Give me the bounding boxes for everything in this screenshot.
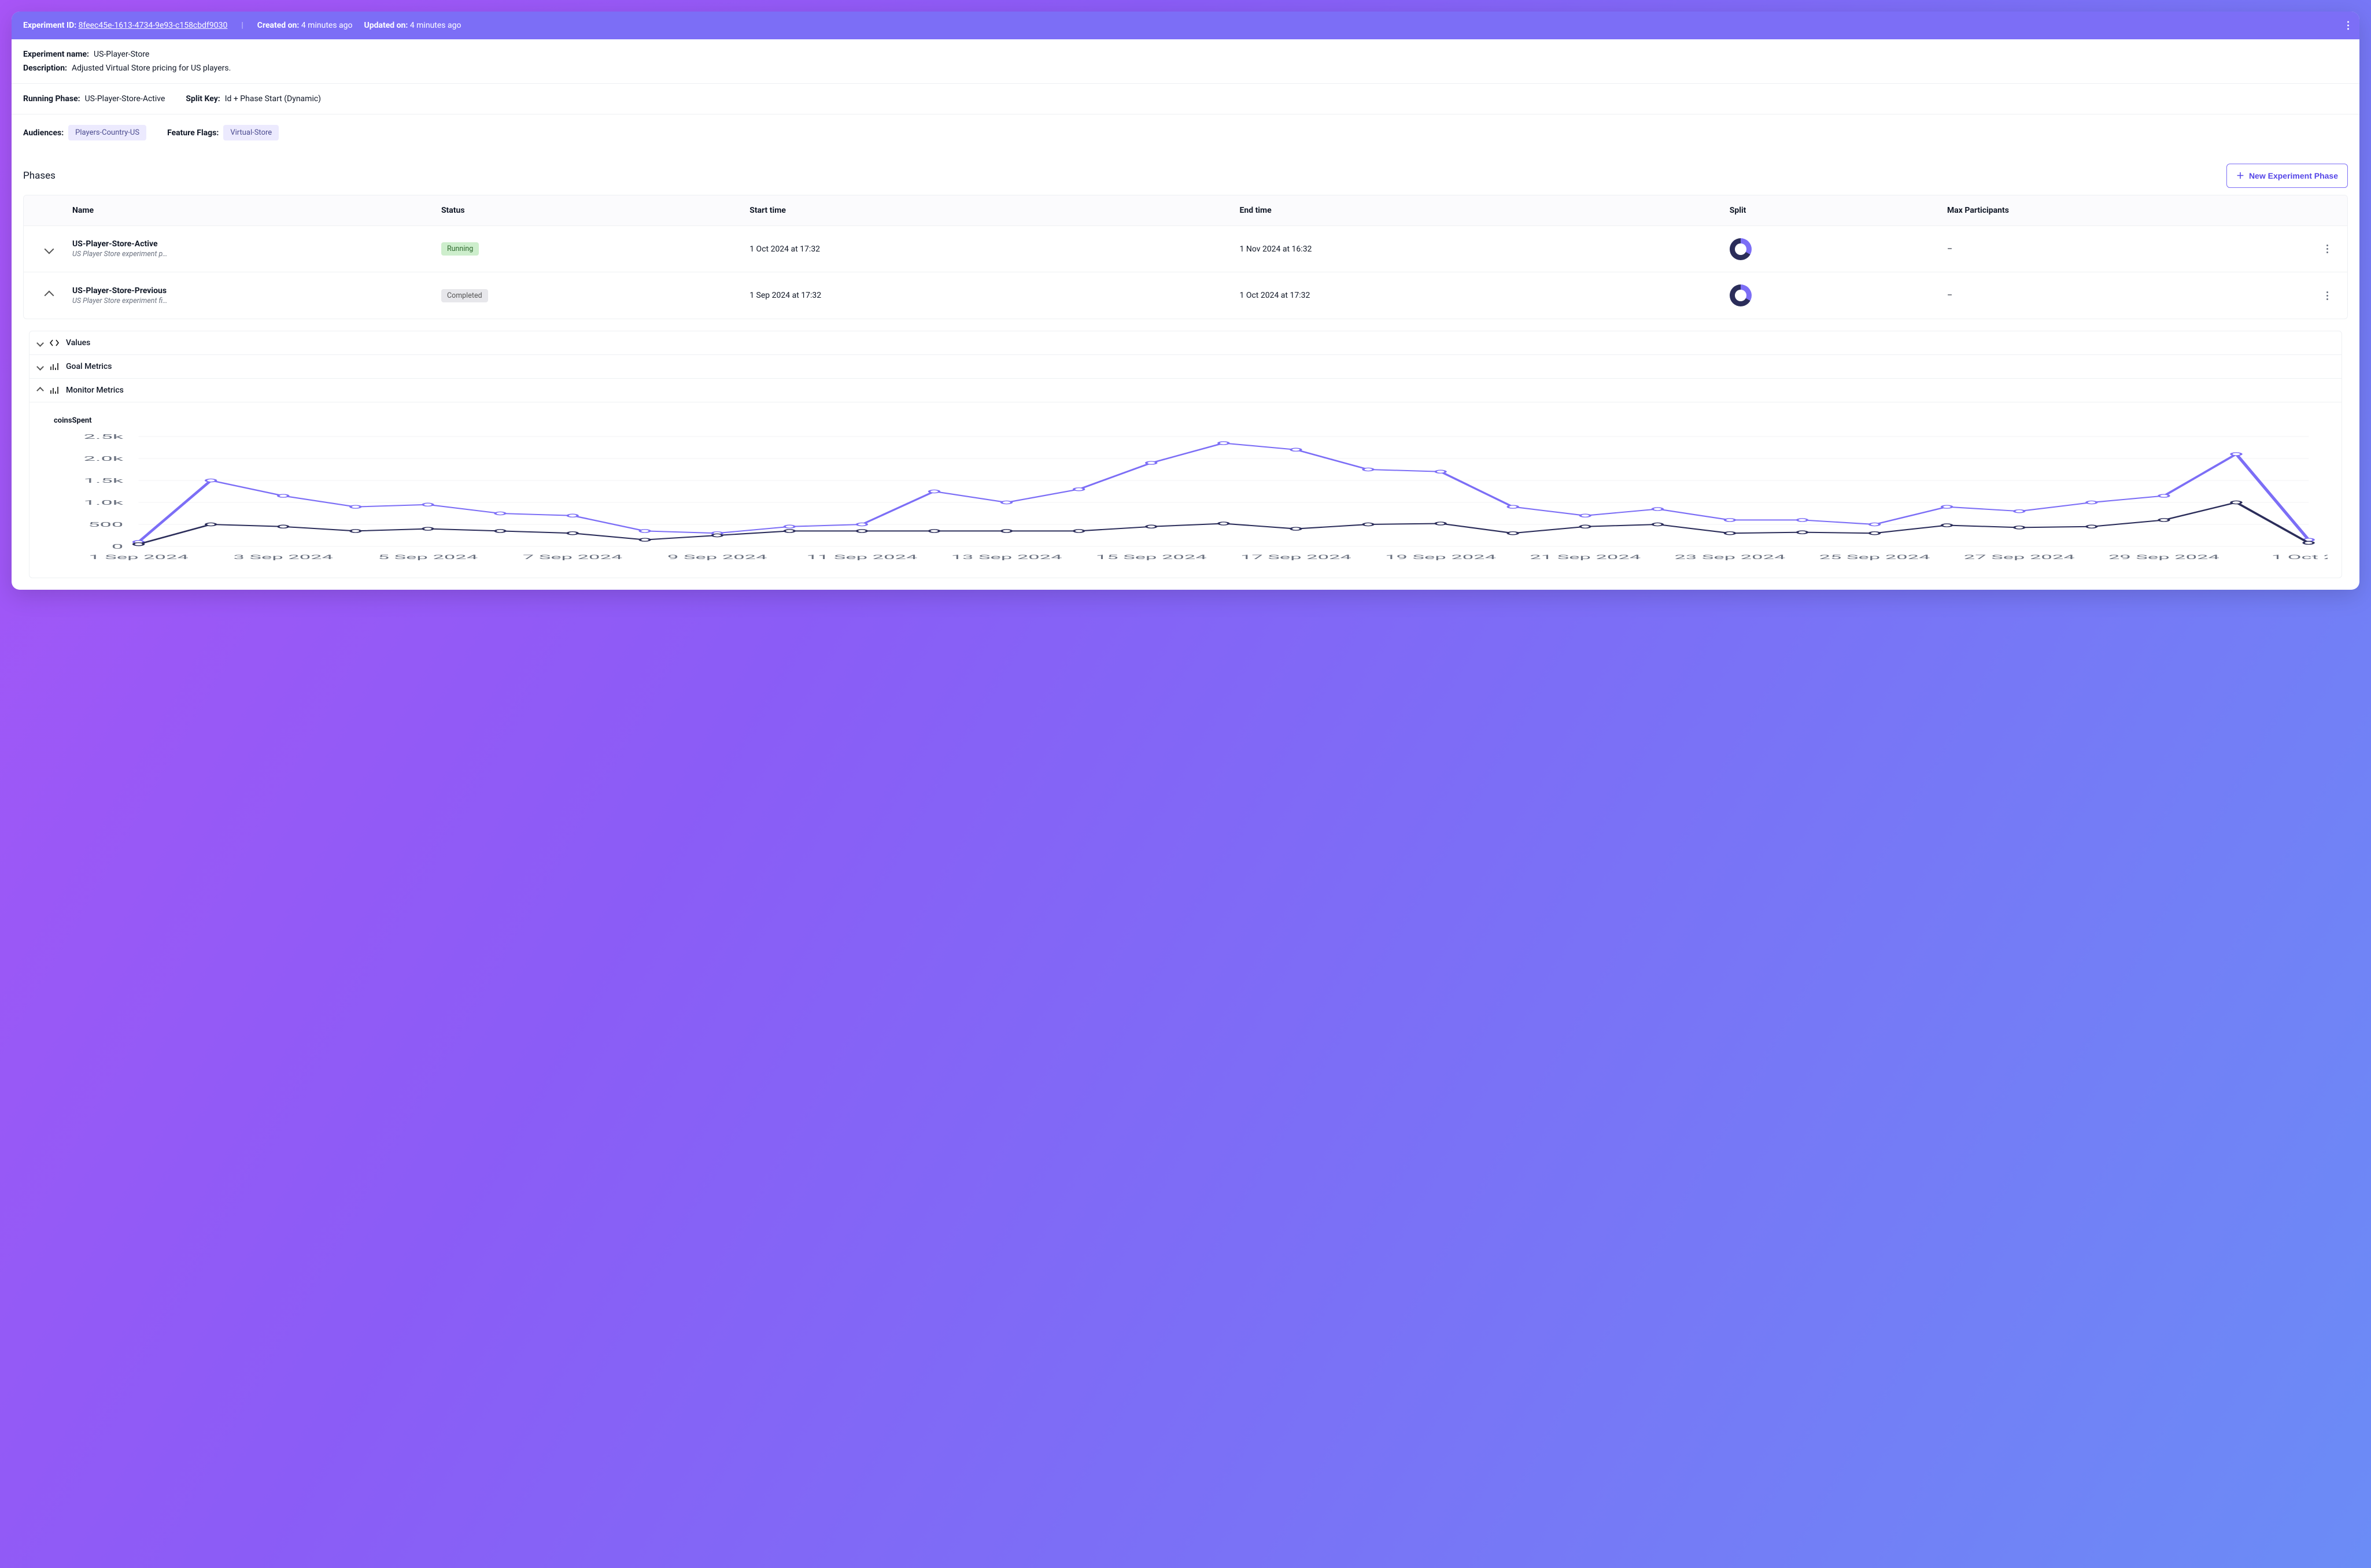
row-overflow-menu[interactable] [2316,245,2339,253]
exp-id-label: Experiment ID: [23,21,76,30]
accordion-goal-metrics[interactable]: Goal Metrics [29,355,2342,379]
svg-text:19 Sep 2024: 19 Sep 2024 [1385,554,1496,561]
experiment-desc-value: Adjusted Virtual Store pricing for US pl… [72,64,231,73]
chevron-down-icon [36,339,44,347]
header-bar: Experiment ID: 8feec45e-1613-4734-9e93-c… [12,12,2359,39]
phase-name[interactable]: US-Player-Store-Previous [72,286,435,295]
max-participants: – [1947,245,2310,254]
experiment-name-value: US-Player-Store [94,50,149,59]
phases-table-header: Name Status Start time End time Split Ma… [24,195,2347,226]
svg-text:1 Oct 20: 1 Oct 20 [2272,554,2328,561]
svg-text:13 Sep 2024: 13 Sep 2024 [951,554,1062,561]
svg-text:7 Sep 2024: 7 Sep 2024 [523,554,622,561]
split-donut-icon [1730,238,1752,260]
status-badge: Running [441,242,479,256]
svg-text:27 Sep 2024: 27 Sep 2024 [1964,554,2075,561]
phase-subtitle: US Player Store experiment fi… [72,297,435,305]
col-name: Name [72,206,435,215]
svg-text:17 Sep 2024: 17 Sep 2024 [1240,554,1351,561]
chevron-down-icon [36,363,44,371]
running-phase-value: US-Player-Store-Active [85,94,165,103]
svg-text:21 Sep 2024: 21 Sep 2024 [1530,554,1641,561]
feature-flags-label: Feature Flags: [167,128,219,138]
meta-audiences-flags: Audiences: Players-Country-US Feature Fl… [12,114,2359,151]
start-time: 1 Sep 2024 at 17:32 [749,291,1233,300]
experiment-detail-page: Experiment ID: 8feec45e-1613-4734-9e93-c… [12,12,2359,590]
chart-title: coinsSpent [54,416,2328,425]
col-start: Start time [749,206,1233,215]
end-time: 1 Nov 2024 at 16:32 [1239,245,1723,254]
updated-on-label: Updated on: [364,21,408,30]
created-on-value: 4 minutes ago [301,21,353,30]
experiment-name-label: Experiment name: [23,50,89,59]
coins-spent-chart: 0 500 1.0k 1.5k 2.0k 2.5k 1 Sep 2024 3 Sep 2024… [43,431,2328,564]
values-label: Values [66,338,90,347]
col-end: End time [1239,206,1723,215]
experiment-desc-label: Description: [23,64,67,73]
bar-chart-icon [50,362,59,371]
svg-text:2.0k: 2.0k [84,455,124,463]
col-split: Split [1730,206,1941,215]
accordion-values[interactable]: Values [29,331,2342,355]
svg-text:23 Sep 2024: 23 Sep 2024 [1674,554,1785,561]
goal-metrics-label: Goal Metrics [66,362,112,371]
phase-expanded-panel: Values Goal Metrics Monitor Metrics coin… [29,331,2342,578]
created-on-label: Created on: [257,21,300,30]
separator [239,21,245,30]
split-key-label: Split Key: [186,94,220,103]
table-row: US-Player-Store-Active US Player Store e… [24,226,2347,272]
status-badge: Completed [441,289,488,302]
max-participants: – [1947,291,2310,300]
svg-text:1 Sep 2024: 1 Sep 2024 [88,554,188,561]
code-icon [50,338,59,347]
svg-text:500: 500 [88,521,123,528]
meta-phase-split: Running Phase: US-Player-Store-Active Sp… [12,84,2359,114]
updated-on-value: 4 minutes ago [410,21,461,30]
phases-heading-row: Phases ＋ New Experiment Phase [12,151,2359,195]
svg-text:25 Sep 2024: 25 Sep 2024 [1819,554,1930,561]
monitor-metrics-label: Monitor Metrics [66,386,124,395]
svg-text:1.0k: 1.0k [84,499,124,506]
svg-text:29 Sep 2024: 29 Sep 2024 [2108,554,2219,561]
end-time: 1 Oct 2024 at 17:32 [1239,291,1723,300]
chart-container: coinsSpent 0 500 1.0k 1.5k 2.0k 2.5k 1 Sep 202… [29,402,2342,578]
phases-title: Phases [23,170,56,182]
audience-chip[interactable]: Players-Country-US [68,125,146,140]
phases-table: Name Status Start time End time Split Ma… [23,195,2348,319]
start-time: 1 Oct 2024 at 17:32 [749,245,1233,254]
plus-icon: ＋ [2236,170,2244,182]
split-donut-icon [1730,284,1752,306]
phase-name[interactable]: US-Player-Store-Active [72,239,435,249]
svg-text:1.5k: 1.5k [84,477,124,485]
col-maxp: Max Participants [1947,206,2310,215]
accordion-monitor-metrics[interactable]: Monitor Metrics [29,379,2342,402]
table-row: US-Player-Store-Previous US Player Store… [24,272,2347,319]
col-status: Status [441,206,744,215]
header-overflow-menu[interactable] [2347,21,2349,30]
svg-text:5 Sep 2024: 5 Sep 2024 [378,554,478,561]
meta-name-desc: Experiment name: US-Player-Store Descrip… [12,39,2359,84]
phase-subtitle: US Player Store experiment p… [72,250,435,258]
chevron-up-icon [36,387,44,394]
chevron-up-icon [45,291,54,301]
new-phase-button-label: New Experiment Phase [2249,171,2338,180]
chevron-down-icon [45,244,54,254]
split-key-value: Id + Phase Start (Dynamic) [225,94,321,103]
row-expand-toggle[interactable] [32,292,67,299]
svg-text:9 Sep 2024: 9 Sep 2024 [667,554,767,561]
running-phase-label: Running Phase: [23,94,80,103]
exp-id-value[interactable]: 8feec45e-1613-4734-9e93-c158cbdf9030 [79,21,228,30]
svg-text:15 Sep 2024: 15 Sep 2024 [1096,554,1207,561]
feature-flag-chip[interactable]: Virtual-Store [223,125,279,140]
svg-text:3 Sep 2024: 3 Sep 2024 [234,554,333,561]
audiences-label: Audiences: [23,128,64,138]
bar-chart-icon [50,386,59,395]
row-overflow-menu[interactable] [2316,291,2339,300]
svg-text:0: 0 [112,543,123,550]
new-experiment-phase-button[interactable]: ＋ New Experiment Phase [2226,164,2348,188]
row-expand-toggle[interactable] [32,246,67,253]
svg-text:2.5k: 2.5k [84,433,124,441]
svg-text:11 Sep 2024: 11 Sep 2024 [806,554,917,561]
